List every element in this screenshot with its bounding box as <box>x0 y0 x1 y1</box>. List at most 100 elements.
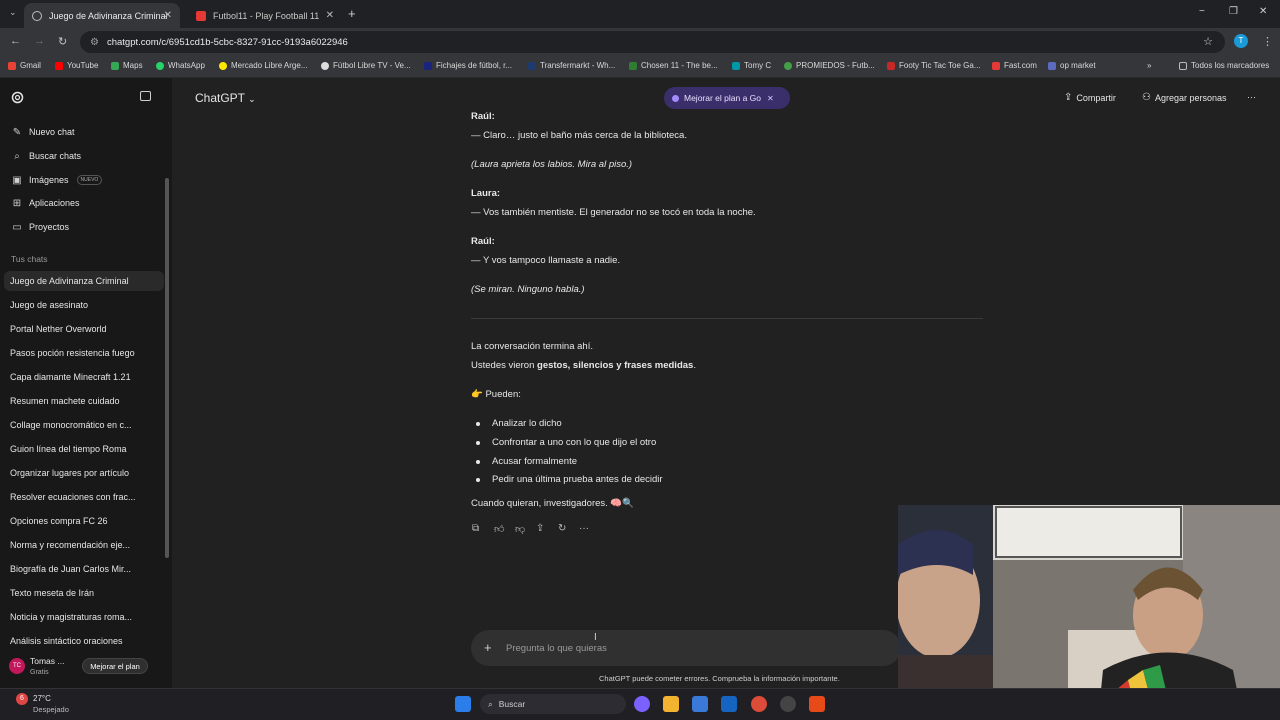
sidebar-item-images[interactable]: ▣ Imágenes NUEVO <box>0 170 168 190</box>
store-icon[interactable] <box>692 696 708 712</box>
close-window-icon[interactable]: ✕ <box>1259 6 1267 17</box>
tab-futbol11[interactable]: Futbol11 - Play Football 11 ✕ <box>188 3 342 28</box>
speaker-label: Raúl: <box>471 111 495 122</box>
reload-icon[interactable]: ↻ <box>58 35 67 48</box>
app-icon[interactable] <box>809 696 825 712</box>
bookmark-whatsapp[interactable]: WhatsApp <box>156 61 205 70</box>
bookmark-fastcom[interactable]: Fast.com <box>992 61 1037 70</box>
user-name[interactable]: Tomas ... <box>30 656 64 666</box>
bookmark-transfermarkt[interactable]: Transfermarkt - Wh... <box>528 61 615 70</box>
back-icon[interactable]: ← <box>10 35 21 47</box>
browser-tab-strip: ⌄ Juego de Adivinanza Criminal ✕ Futbol1… <box>0 0 1280 28</box>
sidebar-scrollbar[interactable] <box>165 178 169 558</box>
bookmark-mercadolibre[interactable]: Mercado Libre Arge... <box>219 61 307 70</box>
chat-item[interactable]: Collage monocromático en c... <box>4 415 164 435</box>
chat-item[interactable]: Juego de Adivinanza Criminal <box>4 271 164 291</box>
file-explorer-icon[interactable] <box>663 696 679 712</box>
conclusion-line: La conversación termina ahí. <box>471 341 593 352</box>
close-tab-icon[interactable]: ✕ <box>164 10 172 21</box>
all-bookmarks-folder[interactable]: Todos los marcadores <box>1179 61 1269 70</box>
bookmark-opmarket[interactable]: op market <box>1048 61 1096 70</box>
close-tab-icon[interactable]: ✕ <box>326 10 334 21</box>
thumbs-up-icon[interactable]: 👍︎ <box>494 523 504 535</box>
close-promo-icon[interactable]: ✕ <box>767 94 774 103</box>
site-info-icon[interactable]: ⚙ <box>90 37 99 48</box>
bullet <box>476 460 480 464</box>
prompt-input[interactable]: Pregunta lo que quieras <box>506 643 607 654</box>
model-selector[interactable]: ChatGPT ⌄ <box>195 91 256 105</box>
share-button[interactable]: ⇪ Compartir <box>1064 92 1116 103</box>
chat-item[interactable]: Portal Nether Overworld <box>4 319 164 339</box>
sidebar-item-projects[interactable]: ▭ Proyectos <box>0 217 168 237</box>
forward-icon[interactable]: → <box>34 35 45 47</box>
bookmark-youtube[interactable]: YouTube <box>55 61 98 70</box>
bookmark-fichajes[interactable]: Fichajes de fútbol, r... <box>424 61 512 70</box>
share-message-icon[interactable]: ⇪ <box>536 523 544 534</box>
chat-item[interactable]: Juego de asesinato <box>4 295 164 315</box>
chat-item[interactable]: Opciones compra FC 26 <box>4 511 164 531</box>
chat-item[interactable]: Biografía de Juan Carlos Mir... <box>4 559 164 579</box>
thumbs-down-icon[interactable]: 👎︎ <box>515 523 525 535</box>
sidebar-item-search-chats[interactable]: ⌕ Buscar chats <box>0 146 168 166</box>
chat-item[interactable]: Organizar lugares por artículo <box>4 463 164 483</box>
upgrade-plan-button[interactable]: Mejorar el plan <box>82 658 148 674</box>
browser-toolbar: ← → ↻ ⚙ chatgpt.com/c/6951cd1b-5cbc-8327… <box>0 28 1280 56</box>
futbol11-favicon-icon <box>196 10 206 21</box>
sidebar-item-apps[interactable]: ⊞ Aplicaciones <box>0 193 168 213</box>
chatgpt-favicon-icon <box>32 10 42 21</box>
openai-logo-icon[interactable] <box>11 91 24 104</box>
bookmark-star-icon[interactable]: ☆ <box>1203 35 1213 48</box>
more-options-icon[interactable]: ··· <box>1247 92 1256 102</box>
bookmark-gmail[interactable]: Gmail <box>8 61 41 70</box>
bookmark-futbol-libre[interactable]: Fútbol Libre TV - Ve... <box>321 61 411 70</box>
minimize-icon[interactable]: − <box>1199 6 1205 17</box>
chat-item[interactable]: Guion línea del tiempo Roma <box>4 439 164 459</box>
windows-start-icon[interactable] <box>455 696 471 712</box>
profile-avatar[interactable]: T <box>1234 34 1248 48</box>
chat-item[interactable]: Pasos poción resistencia fuego <box>4 343 164 363</box>
chevron-down-icon: ⌄ <box>248 94 256 104</box>
add-people-button[interactable]: ⚇ Agregar personas <box>1142 92 1227 103</box>
regenerate-icon[interactable]: ↻ <box>558 523 566 534</box>
chrome-icon[interactable] <box>751 696 767 712</box>
more-bookmarks-icon[interactable]: » <box>1147 61 1151 70</box>
bullet <box>476 478 480 482</box>
toggle-sidebar-icon[interactable] <box>140 91 151 101</box>
new-tab-button[interactable]: + <box>348 6 356 21</box>
browser-menu-icon[interactable]: ⋮ <box>1262 35 1273 48</box>
chat-item[interactable]: Norma y recomendación eje... <box>4 535 164 555</box>
bookmark-chosen11[interactable]: Chosen 11 - The be... <box>629 61 718 70</box>
copy-icon[interactable]: ⧉ <box>472 523 479 534</box>
chats-section-title: Tus chats <box>11 254 48 264</box>
dialogue-line: — Claro… justo el baño más cerca de la b… <box>471 130 687 141</box>
tab-search-icon[interactable]: ⌄ <box>9 7 17 18</box>
user-avatar[interactable]: TC <box>9 658 25 674</box>
tab-chatgpt[interactable]: Juego de Adivinanza Criminal ✕ <box>24 3 180 28</box>
option-item: Acusar formalmente <box>492 456 578 467</box>
upgrade-go-pill[interactable]: Mejorar el plan a Go ✕ <box>664 87 790 109</box>
sidebar-item-new-chat[interactable]: ✎ Nuevo chat <box>0 122 168 142</box>
weather-badge[interactable]: 6 <box>16 693 28 705</box>
more-actions-icon[interactable]: ··· <box>579 523 589 534</box>
chat-item[interactable]: Noticia y magistraturas roma... <box>4 607 164 627</box>
outlook-icon[interactable] <box>721 696 737 712</box>
address-bar[interactable]: ⚙ chatgpt.com/c/6951cd1b-5cbc-8327-91cc-… <box>80 31 1225 53</box>
maximize-icon[interactable]: ❐ <box>1229 6 1238 17</box>
edit-icon: ✎ <box>12 126 22 138</box>
taskbar-search[interactable]: ⌕ Buscar <box>480 694 626 714</box>
copilot-icon[interactable] <box>634 696 650 712</box>
chat-item[interactable]: Análisis sintáctico oraciones <box>4 631 164 651</box>
chat-item[interactable]: Capa diamante Minecraft 1.21 <box>4 367 164 387</box>
bookmark-footy[interactable]: Footy Tic Tac Toe Ga... <box>887 61 981 70</box>
weather-temperature[interactable]: 27°C <box>33 694 51 703</box>
chat-item[interactable]: Texto meseta de Irán <box>4 583 164 603</box>
bookmark-tomyc[interactable]: Tomy C <box>732 61 771 70</box>
chat-item[interactable]: Resumen machete cuidado <box>4 391 164 411</box>
chat-item[interactable]: Resolver ecuaciones con frac... <box>4 487 164 507</box>
add-attachment-icon[interactable]: + <box>484 640 492 655</box>
option-item: Confrontar a uno con lo que dijo el otro <box>492 437 657 448</box>
bookmark-promiedos[interactable]: PROMIEDOS - Futb... <box>784 61 875 70</box>
bookmark-maps[interactable]: Maps <box>111 61 143 70</box>
steam-icon[interactable] <box>780 696 796 712</box>
bullet <box>476 441 480 445</box>
